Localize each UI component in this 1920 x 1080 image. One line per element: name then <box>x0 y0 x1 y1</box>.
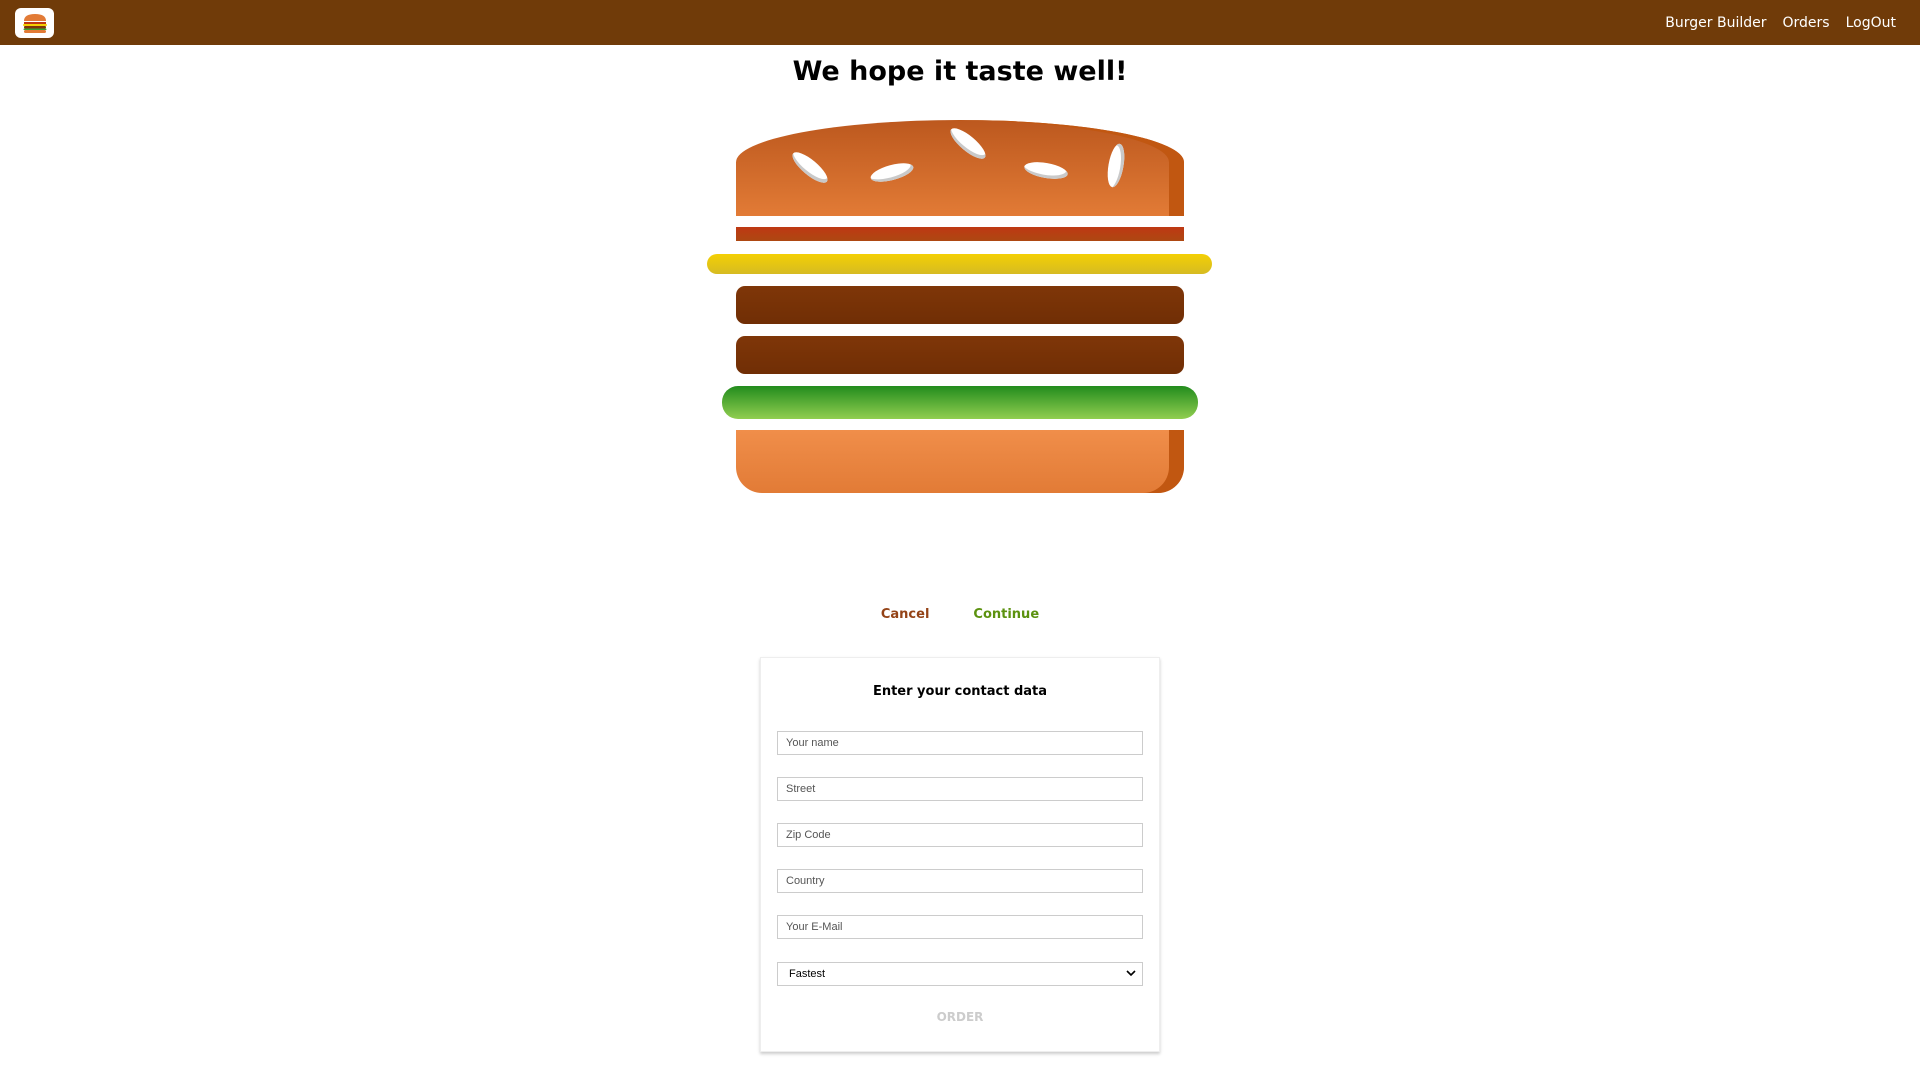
burger-preview <box>0 120 1920 500</box>
bread-top <box>736 120 1184 216</box>
meat-layer <box>736 286 1184 324</box>
main-nav: Burger Builder Orders LogOut <box>1665 0 1896 45</box>
delivery-method-value: Fastest <box>789 968 826 980</box>
sesame-seed <box>1023 159 1069 182</box>
email-field[interactable] <box>777 915 1143 939</box>
checkout-actions: Cancel Continue <box>0 605 1920 624</box>
meat-layer <box>736 336 1184 374</box>
street-field[interactable] <box>777 777 1143 801</box>
nav-item-logout[interactable]: LogOut <box>1846 15 1896 31</box>
sesame-seed <box>946 123 990 164</box>
bacon-layer <box>736 227 1184 241</box>
country-field[interactable] <box>777 869 1143 893</box>
toolbar: Burger Builder Orders LogOut <box>0 0 1920 45</box>
chevron-down-icon <box>1126 968 1136 980</box>
zip-code-field[interactable] <box>777 823 1143 847</box>
bread-bottom <box>736 430 1184 493</box>
burger-logo-icon[interactable] <box>15 7 54 38</box>
nav-item-burger-builder[interactable]: Burger Builder <box>1665 15 1766 31</box>
continue-button[interactable]: Continue <box>969 605 1043 624</box>
page-title: We hope it taste well! <box>792 56 1128 87</box>
sesame-seed <box>1104 142 1128 189</box>
order-button[interactable]: ORDER <box>761 1009 1159 1025</box>
delivery-method-select[interactable]: Fastest <box>777 962 1143 986</box>
name-field[interactable] <box>777 731 1143 755</box>
contact-data-form: Enter your contact data Fastest ORDER <box>760 657 1160 1052</box>
nav-item-orders[interactable]: Orders <box>1783 15 1830 31</box>
cancel-button[interactable]: Cancel <box>877 605 934 624</box>
sesame-seed <box>788 147 832 188</box>
contact-form-heading: Enter your contact data <box>872 684 1048 699</box>
sesame-seed <box>868 159 916 186</box>
salad-layer <box>722 386 1198 419</box>
cheese-layer <box>707 254 1212 274</box>
